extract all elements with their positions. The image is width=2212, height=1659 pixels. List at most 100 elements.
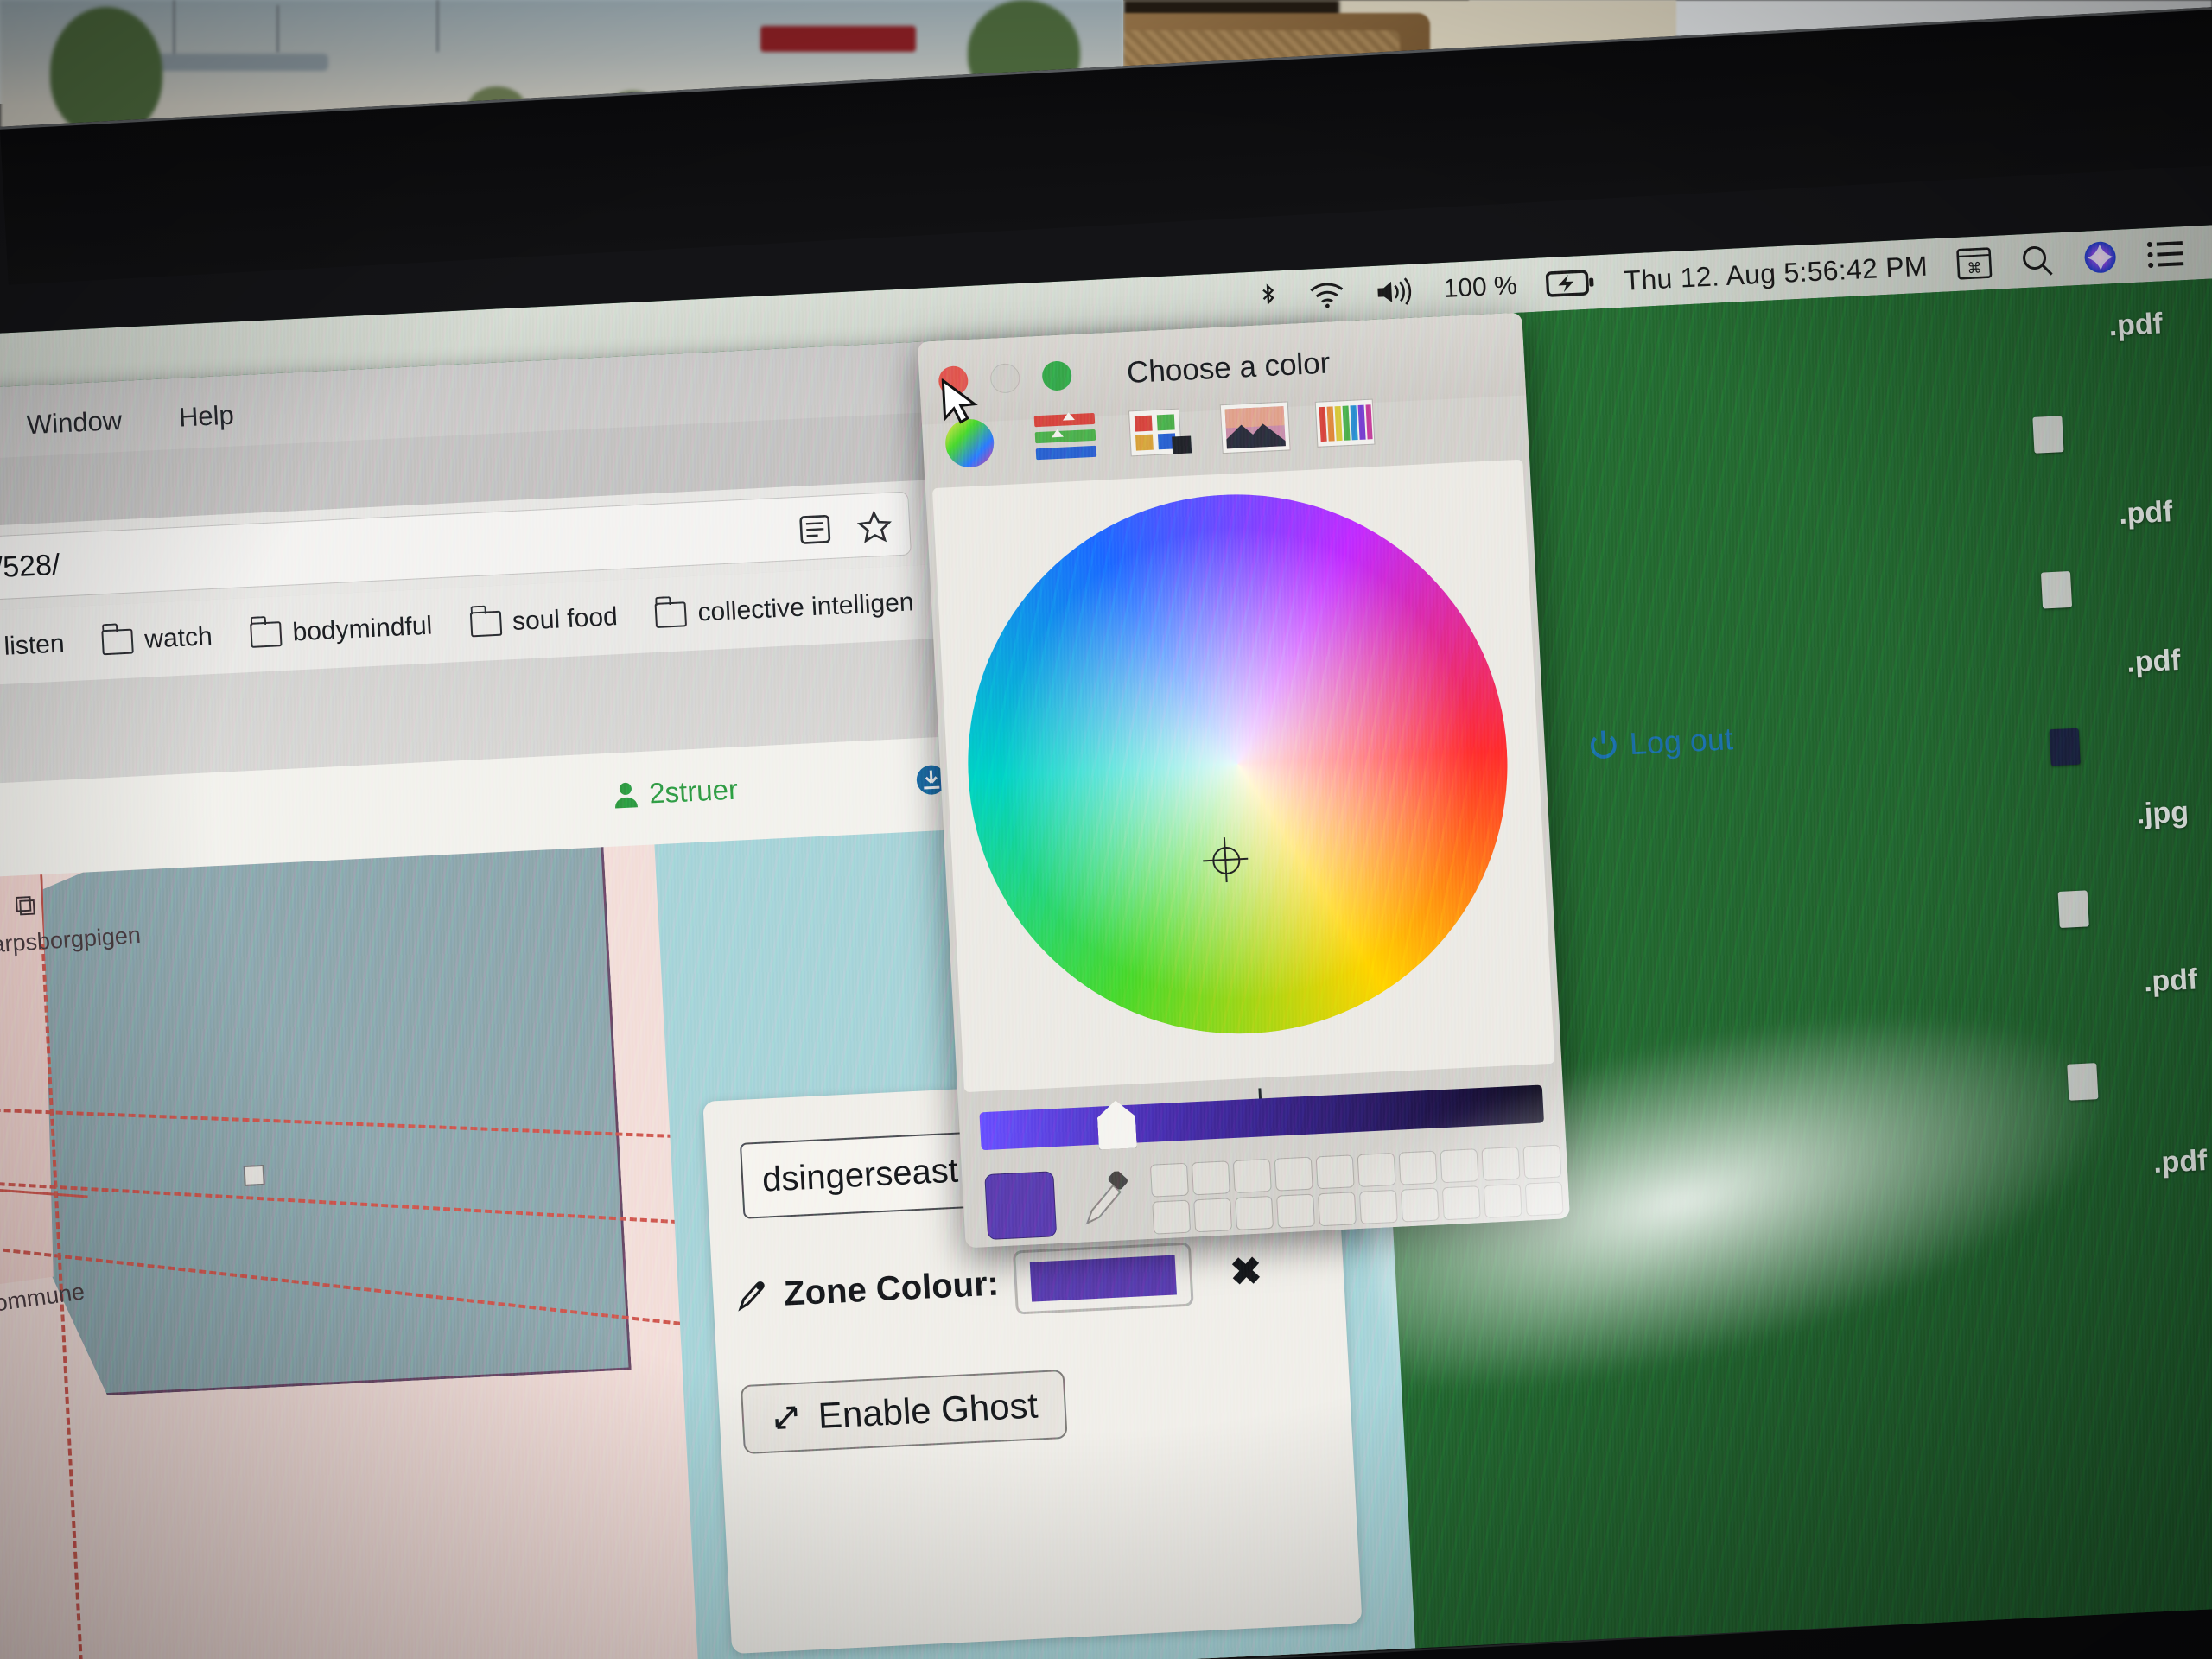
desktop-file-icon[interactable] [2067,1063,2099,1101]
zoom-button[interactable] [1041,360,1073,391]
logout-label: Log out [1628,721,1734,762]
folder-icon [654,601,688,628]
bookmark-soul-food[interactable]: soul food [469,602,619,639]
eyedropper-icon[interactable] [1077,1170,1132,1230]
desktop-file-icon[interactable] [2032,416,2064,454]
user-icon [615,782,639,809]
desktop-file-icon[interactable] [2040,570,2073,609]
menu-window[interactable]: Window [26,405,123,441]
swatch-slot[interactable] [1441,1185,1481,1221]
potted-tree [50,7,162,137]
laptop-screen: 100 % Thu 12. Aug 5:56:42 PM ⌘ .pdf .pdf… [0,222,2212,1659]
menu-bar-clock[interactable]: Thu 12. Aug 5:56:42 PM [1624,250,1929,296]
boat-mast [436,0,439,52]
desktop-file-label[interactable]: .pdf [2118,495,2173,531]
control-center-icon[interactable] [2146,238,2186,270]
current-color-swatch[interactable] [984,1171,1058,1241]
swatch-slot[interactable] [1483,1183,1522,1218]
swatch-slot[interactable] [1274,1156,1313,1192]
bluetooth-icon[interactable] [1256,283,1281,313]
bookmark-label: bodymindful [291,611,434,647]
swatch-slot[interactable] [1276,1193,1316,1229]
swatch-slot[interactable] [1317,1192,1357,1227]
color-sliders-tab[interactable] [1030,407,1107,466]
color-wheel-crosshair[interactable] [1202,836,1249,883]
brightness-slider-track[interactable] [979,1084,1544,1151]
siri-icon[interactable] [2082,239,2119,276]
reader-mode-icon[interactable] [798,512,832,551]
bookmark-star-icon[interactable] [856,509,893,550]
swatch-slot[interactable] [1232,1158,1272,1194]
color-palettes-tab[interactable] [1123,403,1200,461]
clear-colour-button[interactable]: ✖ [1229,1249,1263,1294]
logout-button[interactable]: Log out [1587,721,1734,764]
swatch-slot[interactable] [1524,1181,1564,1217]
wifi-icon[interactable] [1308,282,1346,309]
username-label: 2struer [648,772,739,810]
keyboard-shortcut-icon[interactable]: ⌘ [1956,247,1993,280]
bookmark-label: watch [143,622,213,654]
address-bar-icons [798,509,893,552]
swatch-slot[interactable] [1440,1148,1479,1184]
desktop-file-label[interactable]: .jpg [2136,796,2190,832]
menu-help[interactable]: Help [178,400,235,434]
bookmark-listen[interactable]: listen [0,629,66,664]
color-picker-dialog[interactable]: Choose a color [917,312,1570,1249]
pencils-tab[interactable] [1310,393,1387,452]
folder-icon [101,628,135,655]
color-picker-title: Choose a color [1126,346,1332,390]
map-pin-icon[interactable]: ⧉ [14,888,36,923]
bookmark-label: soul food [512,602,619,637]
map-canvas[interactable]: ⧉ Sarpsborgpigen Region Midtjylland Stru… [0,842,747,1659]
power-icon [1590,730,1617,759]
swatch-slot[interactable] [1152,1199,1192,1235]
mouse-cursor [940,377,983,436]
color-wheel[interactable] [954,481,1522,1047]
swatch-slot[interactable] [1358,1189,1398,1224]
image-palettes-tab[interactable] [1217,398,1294,457]
desktop-file-label[interactable]: .pdf [2108,307,2164,343]
swatch-slot[interactable] [1398,1150,1438,1185]
swatch-slot[interactable] [1191,1160,1230,1196]
desktop-file-label[interactable]: .pdf [2143,963,2198,999]
swatch-slot[interactable] [1481,1146,1521,1181]
minimize-button[interactable] [989,363,1021,394]
url-text: onicmap.thentrythis.org/zone/528/ [0,548,61,603]
swatch-slot[interactable] [1315,1154,1355,1190]
desktop-file-icon[interactable] [2057,890,2089,929]
swatch-slot[interactable] [1193,1198,1233,1233]
desktop-file-icon[interactable] [2049,728,2081,766]
bookmark-label: listen [3,629,66,661]
red-awning [760,26,916,52]
svg-text:⌘: ⌘ [1967,260,1982,278]
enable-ghost-label: Enable Ghost [817,1384,1039,1436]
bookmark-label: collective intelligen [696,588,915,627]
zone-colour-swatch[interactable] [1012,1242,1194,1315]
folder-icon [249,620,283,648]
swatch-slot[interactable] [1235,1195,1274,1230]
enable-ghost-button[interactable]: Enable Ghost [740,1369,1068,1455]
saved-swatches-grid [1149,1144,1564,1235]
zone-colour-row: Zone Colour: ✖ [734,1239,1263,1329]
swatch-slot[interactable] [1149,1162,1189,1198]
swatch-slot[interactable] [1400,1187,1440,1223]
swatch-slot[interactable] [1357,1152,1396,1187]
volume-icon[interactable] [1374,277,1415,307]
boat-mast [276,5,279,53]
logged-in-user[interactable]: 2struer [612,773,739,812]
zone-vertex-handle[interactable] [243,1164,265,1186]
battery-charging-icon[interactable] [1545,268,1596,298]
desktop-file-label[interactable]: .pdf [2126,644,2181,680]
bookmark-watch[interactable]: watch [101,622,213,657]
swatch-slot[interactable] [1522,1144,1562,1179]
bookmark-collective-intelligence[interactable]: collective intelligen [654,588,915,630]
folder-icon [469,610,502,637]
color-wheel-area[interactable] [931,459,1555,1093]
desktop-file-label[interactable]: .pdf [2152,1144,2208,1180]
expand-arrows-icon [775,1406,798,1429]
zone-colour-label: Zone Colour: [783,1264,1001,1313]
bookmark-bodymindful[interactable]: bodymindful [249,611,434,650]
photo-of-laptop-screen: 100 % Thu 12. Aug 5:56:42 PM ⌘ .pdf .pdf… [0,0,2212,1659]
boat-mast [173,0,175,60]
spotlight-search-icon[interactable] [2020,243,2055,277]
